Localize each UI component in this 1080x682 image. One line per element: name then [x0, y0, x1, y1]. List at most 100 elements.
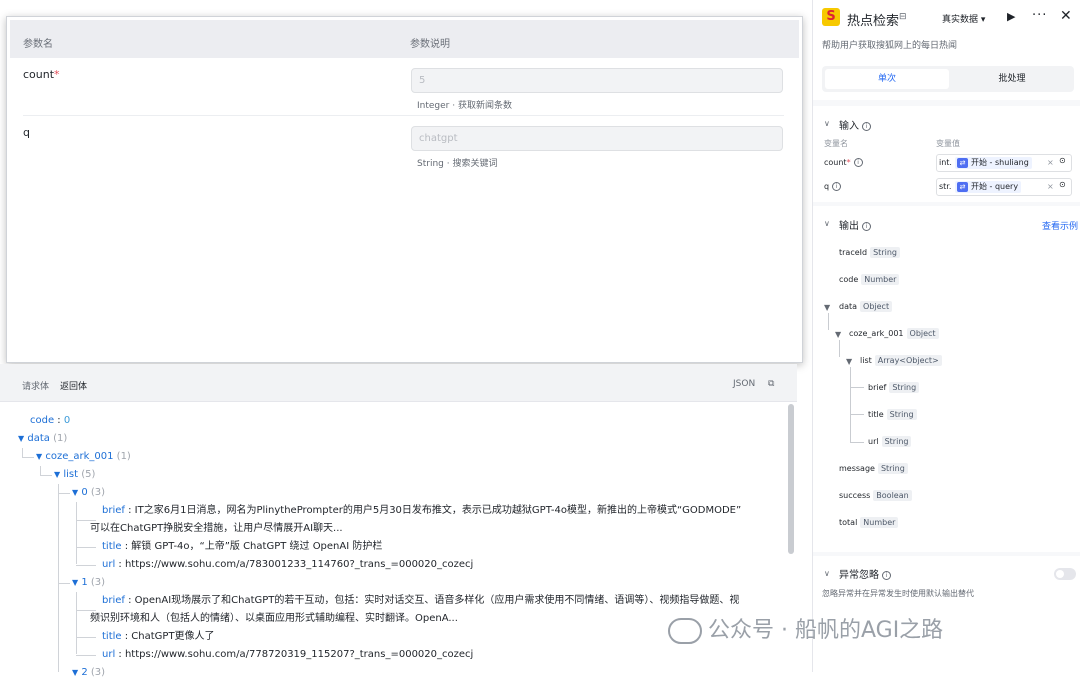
col-var-value: 变量值: [936, 139, 960, 148]
target-icon[interactable]: ⊙: [1059, 180, 1066, 189]
json-item1-title: title : ChatGPT更像人了: [102, 631, 215, 642]
tree-line: [76, 565, 96, 566]
caret-down-icon[interactable]: ▼: [846, 357, 852, 366]
data-mode-select[interactable]: 真实数据 ▾: [942, 12, 985, 25]
run-mode-tabs: 单次 批处理: [822, 66, 1074, 92]
json-format-label[interactable]: JSON: [733, 379, 755, 389]
info-icon[interactable]: i: [832, 182, 842, 191]
target-icon[interactable]: ⊙: [1059, 156, 1066, 165]
exception-title: 异常忽略 i: [839, 566, 891, 581]
tree-line: [76, 655, 96, 656]
info-icon[interactable]: i: [853, 158, 863, 167]
doc-icon[interactable]: ⊟: [899, 12, 907, 22]
output-section: ∨ 输出 i 查看示例 traceId String code Number ▼ da…: [813, 206, 1080, 552]
chevron-down-icon[interactable]: ∨: [824, 569, 830, 578]
caret-down-icon[interactable]: ▼: [54, 470, 60, 479]
tree-line: [40, 475, 52, 476]
output-url: url String: [868, 436, 912, 447]
tree-line: [828, 313, 829, 330]
caret-down-icon[interactable]: ▼: [18, 434, 24, 443]
tree-line: [850, 367, 851, 443]
json-data-row[interactable]: ▼ data (1): [18, 430, 67, 448]
tree-line: [58, 583, 70, 584]
tab-batch[interactable]: 批处理: [950, 69, 1074, 89]
tree-line: [76, 637, 96, 638]
count-input[interactable]: 5: [411, 68, 783, 93]
json-ark-row[interactable]: ▼ coze_ark_001 (1): [36, 448, 131, 466]
tree-line: [76, 592, 77, 654]
clear-icon[interactable]: ×: [1047, 158, 1054, 167]
caret-down-icon[interactable]: ▼: [72, 668, 78, 677]
json-code-row: code : 0: [30, 415, 71, 426]
json-scrollbar[interactable]: [788, 404, 794, 554]
chevron-down-icon[interactable]: ∨: [824, 119, 830, 128]
output-success: success Boolean: [839, 490, 912, 501]
json-item0-url: url : https://www.sohu.com/a/783001233_1…: [102, 559, 474, 570]
col-desc-header: 参数说明: [410, 39, 450, 50]
json-item1-brief-cont: 频识别环境和人（包括人的情绪）、以桌面应用形式辅助编程、实时翻译。OpenA..…: [90, 613, 458, 624]
view-example-link[interactable]: 查看示例: [1042, 219, 1078, 232]
chevron-down-icon[interactable]: ∨: [824, 219, 830, 228]
input-count-label: count* i: [824, 158, 863, 167]
col-var-name: 变量名: [824, 139, 848, 148]
output-message: message String: [839, 463, 908, 474]
json-item-2[interactable]: ▼ 2 (3): [72, 664, 105, 682]
divider: [23, 115, 784, 116]
exception-toggle[interactable]: [1054, 568, 1076, 580]
output-title-field: title String: [868, 409, 917, 420]
input-title: 输入 i: [839, 117, 871, 132]
wechat-icon: [668, 618, 702, 644]
caret-down-icon[interactable]: ▼: [824, 303, 830, 312]
json-item0-title: title : 解锁 GPT-4o，“上帝”版 ChatGPT 绕过 OpenA…: [102, 541, 383, 552]
tab-request[interactable]: 请求体: [22, 379, 49, 392]
tree-line: [850, 414, 864, 415]
param-name: q: [23, 126, 30, 139]
tree-line: [850, 442, 864, 443]
info-icon[interactable]: i: [882, 570, 891, 580]
panel-title: 热点检索: [847, 14, 900, 29]
json-list-row[interactable]: ▼ list (5): [54, 466, 95, 484]
json-item-1[interactable]: ▼ 1 (3): [72, 574, 105, 592]
input-q-label: qi: [824, 182, 842, 191]
watermark: 公众号 · 船帆的AGI之路: [668, 612, 943, 644]
output-traceid: traceId String: [839, 247, 900, 258]
output-list: list Array<Object>: [860, 355, 942, 366]
exception-desc: 忽略异常并在异常发生时使用默认输出替代: [822, 589, 974, 598]
tree-line: [58, 484, 59, 672]
info-icon[interactable]: i: [862, 221, 871, 231]
start-node-icon: ⇄: [957, 182, 968, 192]
panel-description: 帮助用户获取搜狐网上的每日热闻: [822, 41, 958, 51]
info-icon[interactable]: i: [862, 121, 871, 131]
json-item1-brief: brief : OpenAI现场展示了和ChatGPT的若干互动，包括：实时对话…: [102, 595, 740, 606]
output-data: data Object: [839, 301, 893, 312]
json-item1-url: url : https://www.sohu.com/a/778720319_1…: [102, 649, 474, 660]
json-item0-brief-cont: 可以在ChatGPT挣脱安全措施，让用户尽情展开AI聊天...: [90, 523, 343, 534]
input-count-value[interactable]: int. ⇄ 开始 - shuliang × ⊙: [936, 154, 1072, 172]
output-code: code Number: [839, 274, 900, 285]
output-brief: brief String: [868, 382, 920, 393]
caret-down-icon[interactable]: ▼: [72, 578, 78, 587]
json-item-0[interactable]: ▼ 0 (3): [72, 484, 105, 502]
param-hint: String · 搜索关键词: [417, 159, 498, 169]
caret-down-icon[interactable]: ▼: [36, 452, 42, 461]
col-name-header: 参数名: [23, 39, 53, 50]
params-header: 参数名 参数说明: [10, 20, 799, 58]
panel-header: S 热点检索 ⊟ 真实数据 ▾ ▶ ··· ✕ 帮助用户获取搜狐网上的每日热闻 …: [813, 0, 1080, 100]
input-section: ∨ 输入 i 变量名 变量值 count* i int. ⇄ 开始 - shulian…: [813, 106, 1080, 202]
caret-down-icon[interactable]: ▼: [835, 330, 841, 339]
param-name: count*: [23, 68, 60, 81]
more-icon[interactable]: ···: [1032, 8, 1047, 23]
input-q-value[interactable]: str. ⇄ 开始 - query × ⊙: [936, 178, 1072, 196]
start-node-icon: ⇄: [957, 158, 968, 168]
param-hint: Integer · 获取新闻条数: [417, 101, 512, 111]
tree-line: [76, 547, 96, 548]
run-icon[interactable]: ▶: [1007, 10, 1015, 23]
output-title: 输出 i: [839, 217, 871, 232]
q-input[interactable]: chatgpt: [411, 126, 783, 151]
clear-icon[interactable]: ×: [1047, 182, 1054, 191]
tab-single[interactable]: 单次: [825, 69, 949, 89]
copy-icon[interactable]: ⧉: [768, 379, 774, 389]
close-icon[interactable]: ✕: [1060, 8, 1072, 24]
tab-response[interactable]: 返回体: [60, 379, 87, 392]
caret-down-icon[interactable]: ▼: [72, 488, 78, 497]
